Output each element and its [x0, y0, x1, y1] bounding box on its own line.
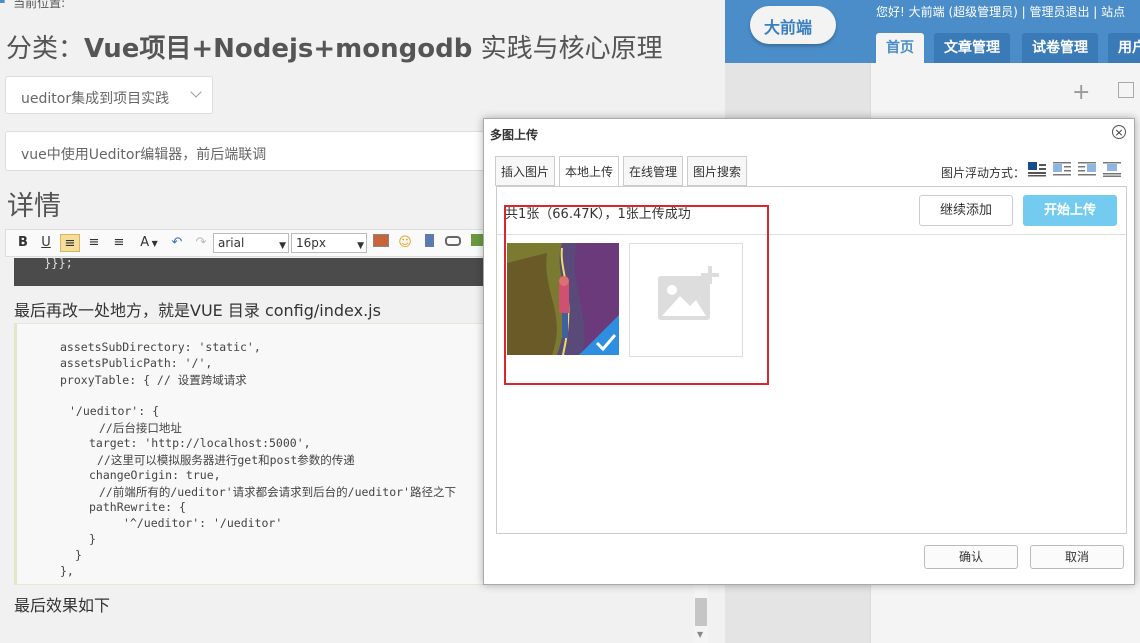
image-icon [373, 234, 389, 247]
link-button[interactable] [444, 234, 462, 252]
float-label: 图片浮动方式： [941, 166, 1026, 180]
undo-button[interactable]: ↶ [168, 234, 186, 252]
redo-button[interactable]: ↷ [192, 234, 210, 252]
emotion-icon: ☺ [398, 235, 412, 250]
align-left-icon: ≡ [64, 236, 76, 251]
align-right-icon: ≡ [113, 235, 125, 250]
float-right-icon[interactable] [1077, 161, 1097, 177]
category-select[interactable]: ueditor集成到项目实践 [5, 76, 213, 114]
nav-tab-home[interactable]: 首页 [876, 33, 924, 63]
welcome-text: 您好! 大前端 (超级管理员) | 管理员退出 | 站点 [876, 5, 1126, 19]
video-icon [424, 234, 434, 247]
bold-button[interactable]: B [14, 234, 32, 252]
tab-image-search[interactable]: 图片搜索 [687, 156, 748, 186]
highlight-annotation [504, 205, 769, 385]
tab-online-manage[interactable]: 在线管理 [623, 156, 684, 186]
undo-icon: ↶ [171, 235, 183, 250]
nav-tab-users[interactable]: 用户 [1108, 33, 1140, 63]
copy-icon[interactable] [1118, 82, 1134, 98]
float-center-icon[interactable] [1102, 161, 1122, 177]
cancel-button[interactable]: 取消 [1030, 545, 1124, 569]
code-line: }, [60, 564, 74, 578]
code-line: proxyTable: { // 设置跨域请求 [60, 373, 247, 387]
code-line: } [75, 548, 82, 562]
scroll-down-icon[interactable]: ▼ [697, 630, 703, 639]
align-right-button[interactable]: ≡ [110, 234, 128, 252]
continue-add-button[interactable]: 继续添加 [919, 195, 1013, 226]
code-line: assetsSubDirectory: 'static', [60, 340, 261, 354]
breadcrumb: ▘ 当前位置: [0, 0, 65, 11]
align-center-button[interactable]: ≡ [85, 234, 103, 252]
close-icon[interactable]: × [1112, 125, 1126, 139]
redo-icon: ↷ [195, 235, 207, 250]
plus-icon[interactable]: + [1072, 80, 1090, 105]
code-line: //这里可以模拟服务器进行get和post参数的传递 [97, 453, 355, 467]
align-left-button[interactable]: ≡ [60, 234, 80, 252]
emotion-button[interactable]: ☺ [396, 234, 414, 252]
font-color-button[interactable]: A ▼ [136, 234, 162, 252]
location-icon: ▘ [0, 0, 10, 10]
code-line: //前端所有的/ueditor'请求都会请求到后台的/ueditor'路径之下 [99, 485, 456, 499]
align-center-icon: ≡ [88, 235, 100, 250]
font-size-select[interactable]: 16px ▼ [291, 233, 367, 253]
tab-insert-image[interactable]: 插入图片 [495, 156, 556, 186]
code-line: '^/ueditor': '/ueditor' [123, 516, 283, 530]
confirm-button[interactable]: 确认 [924, 545, 1018, 569]
caret-down-icon: ▼ [149, 239, 158, 248]
code-line: //后台接口地址 [99, 421, 182, 435]
code-line: assetsPublicPath: '/', [60, 356, 213, 370]
logo: 大前端 [750, 6, 836, 44]
nav-tab-articles[interactable]: 文章管理 [934, 33, 1010, 63]
scrollbar-thumb[interactable] [695, 598, 707, 626]
video-button[interactable] [420, 234, 438, 252]
code-line: target: 'http://localhost:5000', [89, 436, 311, 450]
start-upload-button[interactable]: 开始上传 [1023, 195, 1117, 226]
multi-image-upload-dialog: 多图上传 × 插入图片 本地上传 在线管理 图片搜索 图片浮动方式： 共1张（6… [483, 118, 1135, 585]
page-title: 分类：Vue项目+Nodejs+mongodb 实践与核心原理 [6, 34, 663, 64]
underline-button[interactable]: U [37, 234, 55, 252]
paragraph: 最后再改一处地方，就是VUE 目录 config/index.js [14, 301, 381, 320]
insert-image-button[interactable] [372, 234, 390, 252]
caret-down-icon: ▼ [279, 241, 286, 251]
float-none-icon[interactable] [1027, 161, 1047, 177]
code-line: } [89, 532, 96, 546]
map-icon [471, 234, 483, 246]
link-icon [445, 236, 461, 246]
code-line: pathRewrite: { [89, 500, 186, 514]
float-left-icon[interactable] [1052, 161, 1072, 177]
detail-label: 详情 [7, 191, 61, 222]
paragraph: 最后效果如下 [14, 596, 111, 615]
font-family-select[interactable]: arial ▼ [213, 233, 289, 253]
chevron-down-icon [190, 86, 202, 98]
tab-local-upload[interactable]: 本地上传 [559, 156, 620, 187]
code-line: changeOrigin: true, [89, 468, 221, 482]
code-line: '/ueditor': { [69, 404, 160, 418]
caret-down-icon: ▼ [357, 241, 364, 251]
dialog-title: 多图上传 [490, 128, 539, 142]
nav-tab-exams[interactable]: 试卷管理 [1022, 33, 1098, 63]
